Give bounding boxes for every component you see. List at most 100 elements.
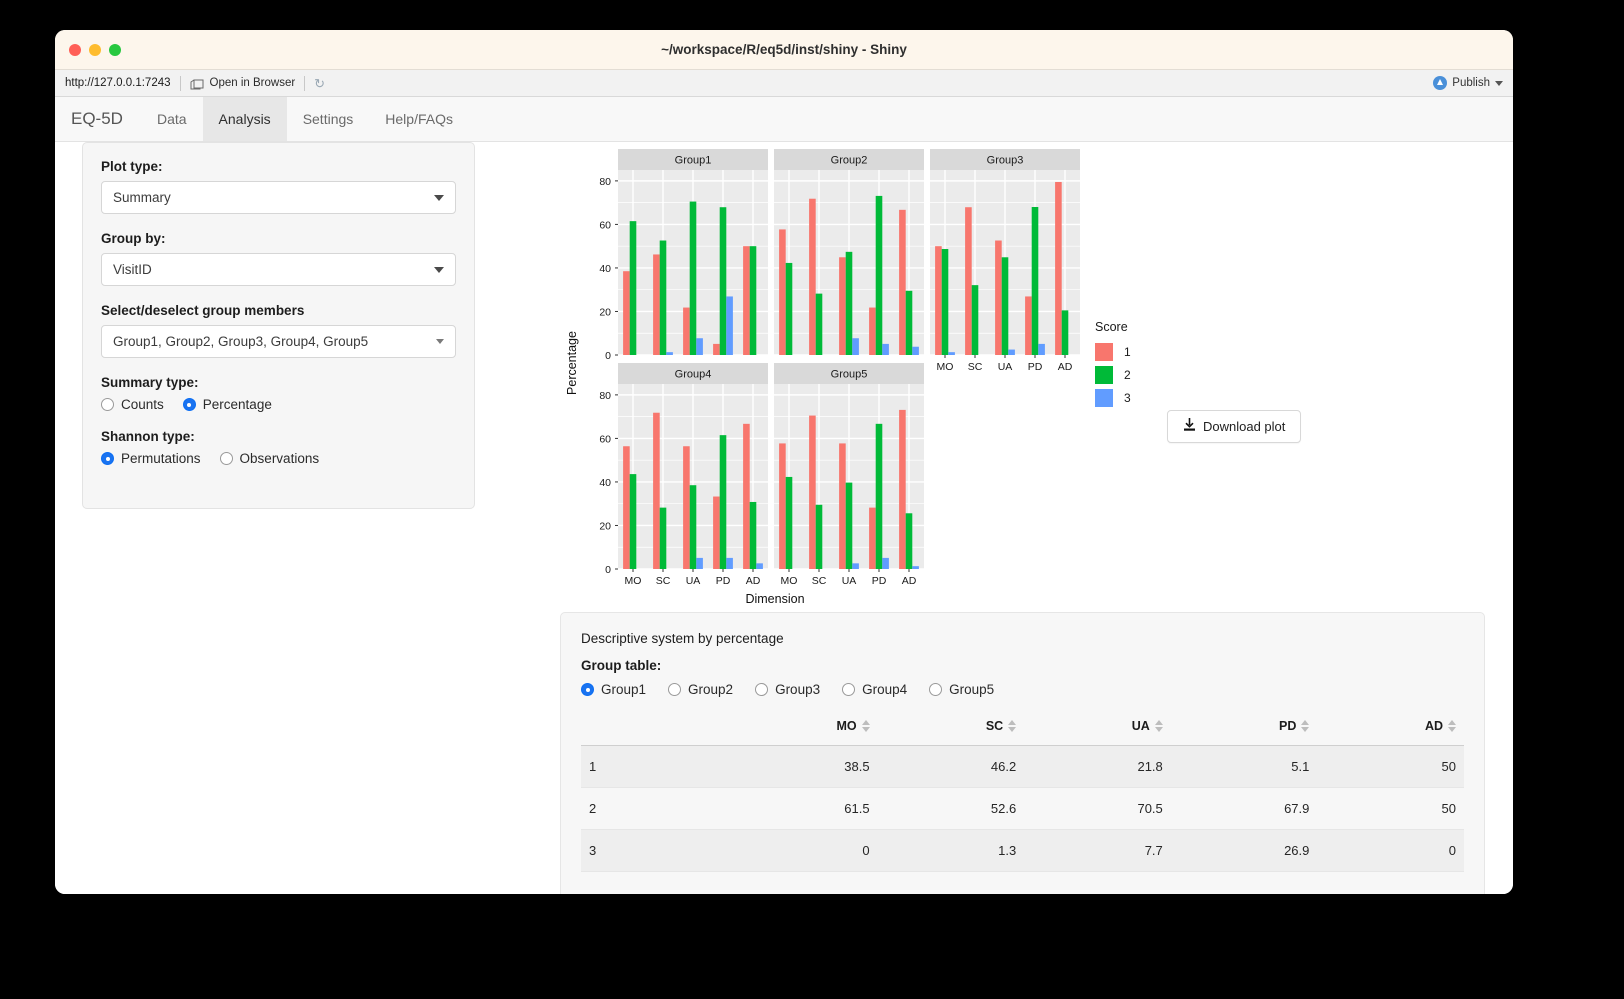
tab-help-faqs[interactable]: Help/FAQs	[369, 97, 469, 141]
tab-data[interactable]: Data	[141, 97, 203, 141]
radio-table-group4[interactable]: Group4	[842, 682, 907, 697]
group-by-select[interactable]: VisitID	[101, 253, 456, 286]
plot-type-select[interactable]: Summary	[101, 181, 456, 214]
cell-sc: 46.2	[878, 746, 1025, 788]
app-window: ~/workspace/R/eq5d/inst/shiny - Shiny ht…	[55, 30, 1513, 894]
radio-indicator	[668, 683, 681, 696]
table-row[interactable]: 3 0 1.3 7.7 26.9 0	[581, 830, 1464, 872]
table-body: 1 38.5 46.2 21.8 5.1 50 2 61.5 52.6 70.5	[581, 746, 1464, 872]
publish-icon	[1433, 76, 1447, 90]
radio-label: Percentage	[203, 397, 272, 412]
group-members-select[interactable]: Group1, Group2, Group3, Group4, Group5	[101, 325, 456, 358]
svg-text:80: 80	[599, 390, 611, 402]
radio-label: Group2	[688, 682, 733, 697]
legend-item-2: 2	[1095, 366, 1185, 384]
download-plot-wrap: Download plot	[1167, 410, 1301, 443]
radio-table-group1[interactable]: Group1	[581, 682, 646, 697]
svg-text:Group3: Group3	[987, 155, 1024, 167]
app-navbar: EQ-5D Data Analysis Settings Help/FAQs	[55, 97, 1513, 142]
plot-type-value: Summary	[113, 190, 171, 205]
col-index	[581, 715, 731, 746]
shannon-type-radio-group: Permutations Observations	[101, 451, 456, 466]
col-sc-label: SC	[986, 719, 1003, 733]
app-brand[interactable]: EQ-5D	[55, 97, 141, 141]
col-ua[interactable]: UA	[1024, 715, 1171, 746]
svg-text:40: 40	[599, 477, 611, 489]
divider	[304, 76, 305, 91]
radio-label: Group3	[775, 682, 820, 697]
legend-item-1: 1	[1095, 343, 1185, 361]
radio-indicator	[220, 452, 233, 465]
chevron-down-icon	[1495, 81, 1503, 86]
svg-text:UA: UA	[998, 361, 1013, 373]
sort-icon	[1008, 720, 1016, 732]
download-plot-button[interactable]: Download plot	[1167, 410, 1301, 443]
shannon-type-label: Shannon type:	[101, 429, 456, 444]
close-window-button[interactable]	[69, 44, 81, 56]
minimize-window-button[interactable]	[89, 44, 101, 56]
col-pd[interactable]: PD	[1171, 715, 1318, 746]
open-in-browser-label: Open in Browser	[210, 77, 296, 89]
radio-summary-percentage[interactable]: Percentage	[183, 397, 272, 412]
screen: ~/workspace/R/eq5d/inst/shiny - Shiny ht…	[0, 0, 1624, 999]
plot-type-label: Plot type:	[101, 159, 456, 174]
svg-text:80: 80	[599, 176, 611, 188]
window-titlebar: ~/workspace/R/eq5d/inst/shiny - Shiny	[55, 30, 1513, 70]
cell-sc: 52.6	[878, 788, 1025, 830]
radio-label: Observations	[240, 451, 320, 466]
table-row[interactable]: 2 61.5 52.6 70.5 67.9 50	[581, 788, 1464, 830]
descriptive-table: MO SC UA PD AD 1 38.5 46.2 21.8	[581, 715, 1464, 872]
address-text[interactable]: http://127.0.0.1:7243	[55, 77, 171, 89]
chevron-down-icon	[434, 267, 444, 273]
svg-text:PD: PD	[872, 575, 887, 587]
summary-plot: Group1020406080Group2Group3MOSCUAPDADGro…	[560, 142, 1180, 617]
cell-ad: 50	[1317, 746, 1464, 788]
legend-item-3: 3	[1095, 389, 1185, 407]
summary-type-radio-group: Counts Percentage	[101, 397, 456, 412]
maximize-window-button[interactable]	[109, 44, 121, 56]
col-ad-label: AD	[1425, 719, 1443, 733]
radio-table-group2[interactable]: Group2	[668, 682, 733, 697]
window-controls[interactable]	[69, 44, 121, 56]
radio-label: Permutations	[121, 451, 201, 466]
radio-shannon-observations[interactable]: Observations	[220, 451, 320, 466]
refresh-icon[interactable]: ↻	[314, 77, 325, 90]
cell-pd: 26.9	[1171, 830, 1318, 872]
table-row[interactable]: 1 38.5 46.2 21.8 5.1 50	[581, 746, 1464, 788]
svg-text:MO: MO	[625, 575, 642, 587]
col-ua-label: UA	[1132, 719, 1150, 733]
chevron-down-icon	[436, 339, 444, 344]
col-mo[interactable]: MO	[731, 715, 878, 746]
descriptive-table-panel: Descriptive system by percentage Group t…	[560, 612, 1485, 894]
col-ad[interactable]: AD	[1317, 715, 1464, 746]
legend-swatch-score-3	[1095, 389, 1113, 407]
table-head: MO SC UA PD AD	[581, 715, 1464, 746]
radio-shannon-permutations[interactable]: Permutations	[101, 451, 201, 466]
external-link-icon	[190, 77, 204, 90]
divider	[180, 76, 181, 91]
group-table-label: Group table:	[581, 658, 1464, 673]
open-in-browser-button[interactable]: Open in Browser	[190, 77, 296, 90]
legend-title: Score	[1095, 320, 1185, 334]
radio-table-group3[interactable]: Group3	[755, 682, 820, 697]
viewer-toolbar: http://127.0.0.1:7243 Open in Browser ↻ …	[55, 70, 1513, 97]
col-sc[interactable]: SC	[878, 715, 1025, 746]
group-by-label: Group by:	[101, 231, 456, 246]
svg-text:40: 40	[599, 263, 611, 275]
svg-text:MO: MO	[937, 361, 954, 373]
radio-indicator	[842, 683, 855, 696]
tab-settings[interactable]: Settings	[287, 97, 370, 141]
tab-analysis[interactable]: Analysis	[203, 97, 287, 141]
svg-text:UA: UA	[842, 575, 857, 587]
cell-ua: 70.5	[1024, 788, 1171, 830]
radio-summary-counts[interactable]: Counts	[101, 397, 164, 412]
radio-indicator-selected	[581, 683, 594, 696]
col-mo-label: MO	[836, 719, 856, 733]
publish-button[interactable]: Publish	[1433, 76, 1503, 90]
radio-table-group5[interactable]: Group5	[929, 682, 994, 697]
publish-label: Publish	[1452, 77, 1490, 89]
radio-indicator-selected	[101, 452, 114, 465]
svg-text:0: 0	[605, 350, 611, 362]
svg-text:AD: AD	[746, 575, 761, 587]
radio-label: Group4	[862, 682, 907, 697]
